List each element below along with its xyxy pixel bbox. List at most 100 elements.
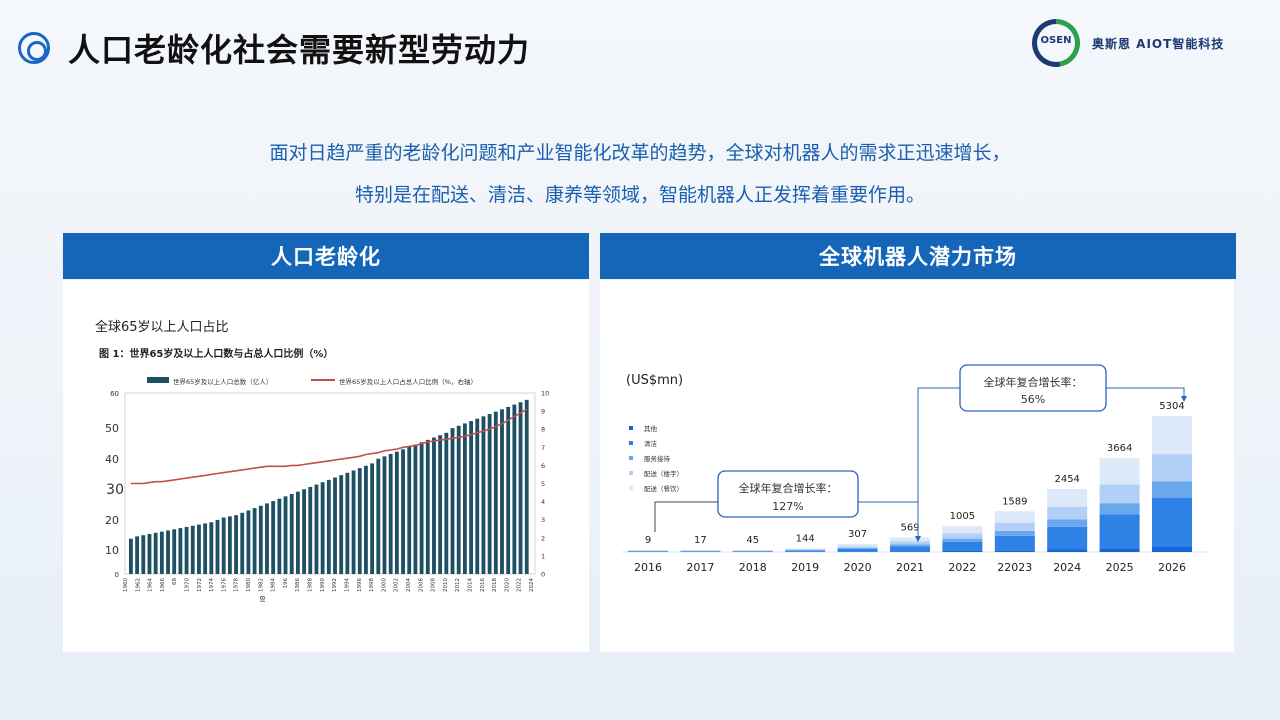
market-bar-segment — [890, 537, 930, 542]
market-bar-segment — [1152, 454, 1192, 482]
bar-value-label: 1005 — [950, 511, 975, 522]
x-tick-label: 2010 — [443, 578, 449, 592]
population-bar — [444, 432, 449, 574]
market-bar-segment — [837, 548, 878, 552]
population-bar — [265, 503, 269, 574]
robot-market-chart: (US$mn) 其他 清洁 服务接待 配送（楼宇） 配送（餐饮） 9 2016 17 2017… — [601, 280, 1233, 652]
population-bar — [345, 472, 350, 574]
x-tick-label: 2008 — [431, 578, 437, 592]
bar-value-label: 569 — [900, 522, 919, 533]
population-bar — [227, 516, 232, 574]
unit-label: (US$mn) — [626, 373, 683, 388]
x-tick-label: 1998 — [369, 578, 375, 592]
population-bar — [326, 479, 331, 574]
market-bar-segment — [628, 551, 668, 552]
x-tick-label: 2012 — [455, 578, 461, 592]
y-left-tick-label: 0 — [115, 571, 119, 579]
x-tick-label: 1966 — [160, 578, 166, 592]
ratio-line — [130, 408, 528, 485]
intro-line-2: 特别是在配送、清洁、康养等领域，智能机器人正发挥着重要作用。 — [354, 184, 925, 206]
market-bar-segment — [680, 551, 721, 552]
population-bar — [283, 496, 288, 574]
market-bar-segment — [1099, 484, 1140, 504]
market-bar-segment — [1152, 546, 1192, 552]
robot-market-chart-svg: (US$mn) 其他清洁服务接待配送（楼宇） 配送（餐饮） 9 2016 17 2017… — [621, 364, 1207, 574]
x-tick-label: 1992 — [332, 578, 338, 592]
legend-bar-label: 世界65岁及以上人口总数（亿人） — [173, 377, 272, 386]
market-bar-segment — [1047, 526, 1088, 550]
population-bar — [419, 442, 424, 574]
x-tick-label: 1988 — [308, 578, 314, 592]
x-tick-label: 1960 — [123, 578, 129, 592]
population-bar — [438, 435, 443, 574]
population-bar — [432, 437, 436, 574]
legend-label: 配送（餐饮） — [644, 484, 683, 493]
population-bar — [141, 535, 146, 574]
x-tick-label: 2014 — [468, 578, 474, 592]
population-bar — [469, 421, 473, 574]
population-bar — [370, 463, 375, 574]
market-bar-segment — [1099, 514, 1140, 549]
population-bar — [209, 522, 214, 574]
y-right-tick-label: 9 — [541, 408, 545, 416]
x-tick-label: 2002 — [394, 578, 400, 592]
x-category-label: 2026 — [1158, 561, 1186, 574]
population-bar — [277, 498, 282, 574]
x-category-label: 2019 — [791, 561, 819, 574]
market-bar-segment — [1152, 416, 1192, 455]
population-bar — [153, 532, 158, 574]
market-bar-segment — [994, 535, 1035, 551]
population-bar — [493, 411, 498, 574]
population-bar — [462, 423, 467, 574]
population-bar — [388, 453, 393, 574]
market-bar-segment — [732, 551, 773, 552]
target-circle-icon — [18, 32, 50, 64]
bar-value-label: 9 — [645, 535, 651, 546]
y-right-tick-label: 5 — [541, 480, 545, 488]
population-bar — [500, 409, 504, 574]
market-bar-segment — [994, 522, 1035, 531]
population-bar — [221, 517, 226, 574]
legend-swatch — [629, 486, 633, 490]
population-bar — [382, 456, 387, 574]
market-bar-segment — [785, 550, 826, 552]
y-right-tick-label: 2 — [541, 534, 545, 542]
market-bar-segment — [837, 546, 878, 548]
population-bar — [258, 505, 263, 574]
bar-value-label: 307 — [848, 529, 867, 540]
logo-text: OSEN — [1040, 35, 1072, 46]
x-tick-label: 196 — [283, 578, 289, 589]
x-tick-label: 1974 — [209, 578, 215, 592]
population-bar — [215, 519, 220, 574]
market-bar-segment — [1152, 481, 1192, 498]
population-bar — [172, 529, 177, 574]
population-bar — [364, 465, 368, 574]
legend-swatch — [629, 456, 633, 460]
y-right-tick-label: 4 — [541, 498, 545, 506]
population-bar — [240, 512, 245, 574]
population-bar — [518, 402, 523, 574]
y-left-tick-label: 60 — [110, 390, 119, 398]
logo-ring-icon: OSEN — [1032, 19, 1080, 67]
x-tick-label: 2024 — [529, 578, 535, 592]
market-bar-segment — [732, 550, 773, 551]
market-bar-segment — [1047, 519, 1088, 527]
x-tick-label: 2016 — [480, 578, 486, 592]
market-bar-segment — [1047, 489, 1088, 507]
population-bar — [314, 484, 319, 574]
population-chart-svg: 图 1：世界65岁及以上人口数与占总人口比例（%） 世界65岁及以上人口总数（亿… — [99, 347, 549, 618]
population-bar — [178, 528, 183, 574]
market-bar-segment — [890, 541, 930, 545]
population-bar — [147, 533, 152, 574]
market-bar-segment — [1152, 497, 1192, 547]
population-bar — [475, 418, 480, 574]
bar-value-label: 17 — [694, 535, 707, 546]
population-bar — [481, 416, 486, 574]
population-figure-title: 图 1：世界65岁及以上人口数与占总人口比例（%） — [99, 347, 333, 360]
population-bar — [252, 508, 257, 574]
population-bar — [351, 470, 356, 574]
x-tick-label: 1962 — [135, 578, 141, 592]
x-category-label: 2025 — [1106, 561, 1134, 574]
x-tick-label: 1982 — [258, 578, 264, 592]
population-bar — [512, 404, 517, 574]
